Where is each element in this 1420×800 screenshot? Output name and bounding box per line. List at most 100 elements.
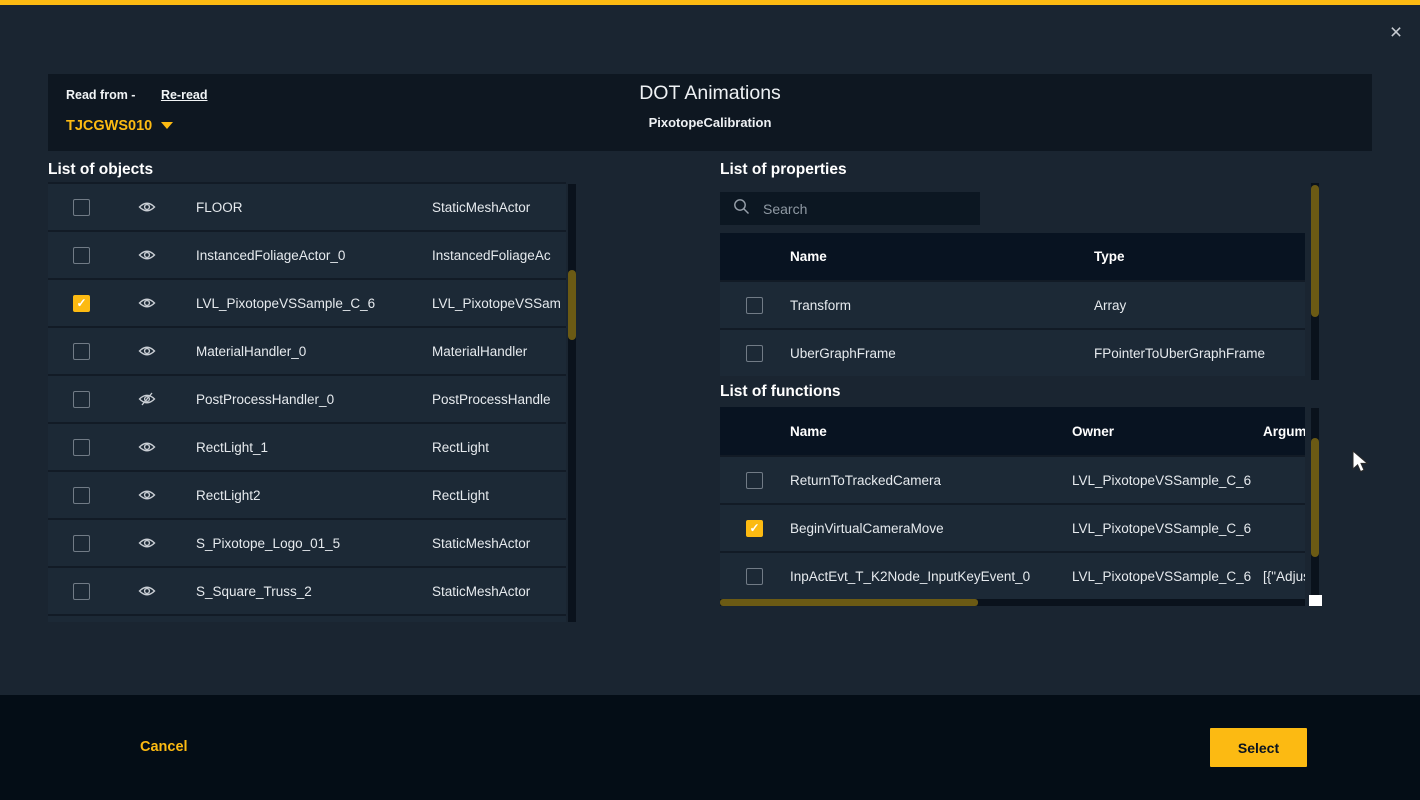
checkbox-checked[interactable] [746, 520, 763, 537]
property-row[interactable]: UberGraphFrame FPointerToUberGraphFrame [720, 328, 1305, 376]
checkbox-unchecked[interactable] [73, 535, 90, 552]
functions-scrollbar[interactable] [1311, 408, 1319, 605]
function-name: InpActEvt_T_K2Node_InputKeyEvent_0 [790, 553, 1030, 599]
dialog-header: Read from - Re-read TJCGWS010 DOT Animat… [48, 74, 1372, 151]
object-name: InstancedFoliageActor_0 [196, 232, 345, 278]
scrollbar-corner [1309, 595, 1322, 606]
window-accent-bar [0, 0, 1420, 5]
functions-table: Name Owner Argume ReturnToTrackedCamera … [720, 407, 1305, 599]
object-type: LVL_PixotopeVSSam [432, 280, 566, 326]
checkbox-unchecked[interactable] [746, 345, 763, 362]
column-header-name: Name [790, 407, 827, 455]
search-icon [733, 198, 750, 220]
checkbox-unchecked[interactable] [746, 568, 763, 585]
objects-heading: List of objects [48, 161, 153, 179]
checkbox-unchecked[interactable] [746, 297, 763, 314]
functions-heading: List of functions [720, 383, 841, 401]
property-type: Array [1094, 282, 1305, 328]
properties-scrollbar-thumb[interactable] [1311, 185, 1319, 317]
dialog-footer [0, 695, 1420, 800]
object-type: RectLight [432, 424, 566, 470]
object-type: MaterialHandler [432, 328, 566, 374]
column-header-arguments: Argume [1263, 407, 1305, 455]
functions-hscrollbar[interactable] [720, 599, 1305, 606]
property-row[interactable]: Transform Array [720, 280, 1305, 328]
mouse-cursor [1352, 450, 1370, 474]
object-name: RectLight_1 [196, 424, 268, 470]
object-name: S_Square_Truss_2 [196, 568, 312, 614]
column-header-type: Type [1094, 233, 1305, 280]
properties-table-header: Name Type [720, 233, 1305, 280]
objects-scrollbar-thumb[interactable] [568, 270, 576, 340]
checkbox-unchecked[interactable] [73, 199, 90, 216]
properties-heading: List of properties [720, 161, 847, 179]
object-name: RectLight2 [196, 472, 261, 518]
column-header-name: Name [790, 233, 827, 280]
object-type: RectLight [432, 472, 566, 518]
function-arguments: [{"Adjus [1263, 553, 1305, 599]
eye-icon[interactable] [138, 439, 156, 455]
functions-table-header: Name Owner Argume [720, 407, 1305, 455]
checkbox-unchecked[interactable] [73, 487, 90, 504]
property-name: Transform [790, 282, 851, 328]
function-row-selected[interactable]: BeginVirtualCameraMove LVL_PixotopeVSSam… [720, 503, 1305, 551]
object-name: LVL_PixotopeVSSample_C_6 [196, 280, 375, 326]
function-row[interactable]: InpActEvt_T_K2Node_InputKeyEvent_0 LVL_P… [720, 551, 1305, 599]
function-owner: LVL_PixotopeVSSample_C_6 [1072, 553, 1251, 599]
select-button[interactable]: Select [1210, 728, 1307, 767]
eye-icon[interactable] [138, 535, 156, 551]
object-name: FLOOR [196, 184, 243, 230]
objects-table: FLOOR StaticMeshActor InstancedFoliageAc… [48, 182, 566, 622]
checkbox-unchecked[interactable] [73, 583, 90, 600]
properties-scrollbar[interactable] [1311, 183, 1319, 380]
object-row[interactable]: MaterialHandler_0 MaterialHandler [48, 326, 566, 374]
dialog-title: DOT Animations [48, 82, 1372, 105]
property-name: UberGraphFrame [790, 330, 896, 376]
search-input[interactable] [763, 201, 963, 217]
object-row[interactable]: RectLight_1 RectLight [48, 422, 566, 470]
eye-icon[interactable] [138, 295, 156, 311]
object-type: StaticMeshActor [432, 520, 566, 566]
checkbox-unchecked[interactable] [73, 391, 90, 408]
eye-icon[interactable] [138, 583, 156, 599]
object-row[interactable]: S_Square_Truss_2 StaticMeshActor [48, 566, 566, 614]
object-name: MaterialHandler_0 [196, 328, 306, 374]
checkbox-unchecked[interactable] [73, 439, 90, 456]
dialog-subtitle: PixotopeCalibration [48, 115, 1372, 130]
function-row[interactable]: ReturnToTrackedCamera LVL_PixotopeVSSamp… [720, 455, 1305, 503]
functions-hscrollbar-thumb[interactable] [720, 599, 978, 606]
object-name: PostProcessHandler_0 [196, 376, 334, 422]
eye-icon[interactable] [138, 247, 156, 263]
function-owner: LVL_PixotopeVSSample_C_6 [1072, 505, 1251, 551]
object-type: StaticMeshActor [432, 184, 566, 230]
checkbox-checked[interactable] [73, 295, 90, 312]
properties-table: Name Type Transform Array UberGraphFrame… [720, 233, 1305, 376]
eye-off-icon[interactable] [138, 391, 156, 407]
object-row[interactable]: FLOOR StaticMeshActor [48, 182, 566, 230]
partial-row [48, 614, 566, 622]
functions-scrollbar-thumb[interactable] [1311, 438, 1319, 557]
function-name: BeginVirtualCameraMove [790, 505, 944, 551]
column-header-owner: Owner [1072, 407, 1114, 455]
eye-icon[interactable] [138, 487, 156, 503]
object-type: PostProcessHandle [432, 376, 566, 422]
checkbox-unchecked[interactable] [73, 247, 90, 264]
eye-icon[interactable] [138, 199, 156, 215]
function-arguments [1263, 457, 1305, 503]
object-row[interactable]: InstancedFoliageActor_0 InstancedFoliage… [48, 230, 566, 278]
object-type: InstancedFoliageAc [432, 232, 566, 278]
object-type: StaticMeshActor [432, 568, 566, 614]
checkbox-unchecked[interactable] [73, 343, 90, 360]
function-arguments [1263, 505, 1305, 551]
object-row[interactable]: S_Pixotope_Logo_01_5 StaticMeshActor [48, 518, 566, 566]
close-icon[interactable]: × [1383, 20, 1409, 46]
object-row-selected[interactable]: LVL_PixotopeVSSample_C_6 LVL_PixotopeVSS… [48, 278, 566, 326]
objects-scrollbar[interactable] [568, 184, 576, 622]
object-row[interactable]: RectLight2 RectLight [48, 470, 566, 518]
property-type: FPointerToUberGraphFrame [1094, 330, 1305, 376]
cancel-button[interactable]: Cancel [140, 739, 188, 755]
checkbox-unchecked[interactable] [746, 472, 763, 489]
properties-search[interactable] [720, 192, 980, 225]
object-row[interactable]: PostProcessHandler_0 PostProcessHandle [48, 374, 566, 422]
eye-icon[interactable] [138, 343, 156, 359]
